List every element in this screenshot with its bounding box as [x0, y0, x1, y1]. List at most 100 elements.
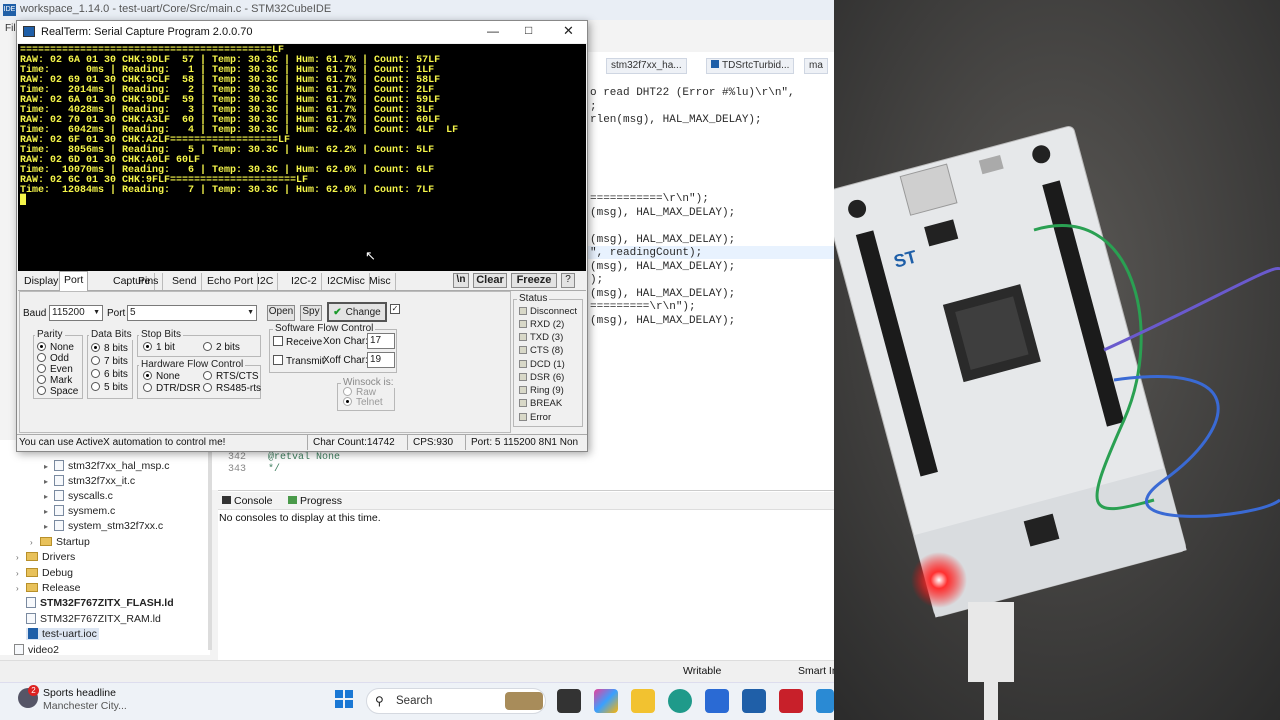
parity-none[interactable]: None [37, 342, 74, 353]
dell-icon[interactable] [742, 689, 766, 713]
hwflow-rtscts[interactable]: RTS/CTS [203, 371, 259, 382]
taskbar-search[interactable]: ⚲ Search [366, 688, 546, 714]
news-badge: 2 [28, 685, 39, 696]
tab-port[interactable]: Port [59, 271, 89, 291]
parity-odd[interactable]: Odd [37, 353, 69, 364]
databits-8[interactable]: 8 bits [91, 343, 128, 354]
tab-misc[interactable]: Misc [365, 273, 396, 290]
tree-item[interactable]: › Debug [16, 567, 73, 579]
tab-send[interactable]: Send [168, 273, 202, 290]
tree-item[interactable]: › Release [16, 582, 81, 594]
tree-item[interactable]: ▸ sysmem.c [44, 505, 115, 517]
copilot-icon[interactable] [594, 689, 618, 713]
panel-splitter[interactable] [208, 440, 212, 650]
news-title[interactable]: Sports headline [43, 687, 116, 699]
tree-item[interactable]: STM32F767ZITX_FLASH.ld [26, 597, 174, 609]
terminal-output[interactable]: ========================================… [18, 44, 586, 271]
windows-start-icon[interactable] [334, 689, 354, 709]
status-disconnect: Disconnect [519, 306, 577, 317]
code-line: (msg), HAL_MAX_DELAY); [590, 315, 736, 327]
tree-item-selected[interactable]: test-uart.ioc [26, 628, 99, 640]
tree-item[interactable]: ▸ stm32f7xx_hal_msp.c [44, 460, 170, 472]
hwflow-rs485[interactable]: RS485-rts [203, 383, 261, 394]
status-label: Error [530, 412, 552, 423]
tree-item[interactable]: › Drivers [16, 551, 75, 563]
xoff-input[interactable]: 19 [367, 352, 395, 368]
change-button[interactable]: ✔ Change [327, 302, 387, 322]
status-ring: Ring (9) [519, 385, 564, 396]
tab-echo-port[interactable]: Echo Port [203, 273, 259, 290]
mcafee-icon[interactable] [779, 689, 803, 713]
tab-i2c-2[interactable]: I2C-2 [287, 273, 322, 290]
databits-7[interactable]: 7 bits [91, 356, 128, 367]
tree-item[interactable]: ▸ syscalls.c [44, 490, 113, 502]
port-select[interactable]: 5 ▼ [127, 305, 257, 321]
c-file-icon [54, 520, 64, 531]
project-icon [14, 644, 24, 655]
maximize-icon[interactable]: □ [525, 23, 532, 37]
parity-even[interactable]: Even [37, 364, 73, 375]
swflow-title: Software Flow Control [273, 323, 376, 334]
baud-select[interactable]: 115200 ▼ [49, 305, 103, 321]
tab-display[interactable]: Display [20, 273, 64, 290]
tree-item[interactable]: ▸ system_stm32f7xx.c [44, 520, 163, 532]
tab-progress[interactable]: Progress [288, 495, 342, 507]
hwflow-dtrdsr[interactable]: DTR/DSR [143, 383, 200, 394]
c-file-icon [54, 460, 64, 471]
code-line: =========\r\n"); [590, 301, 696, 313]
databits-6[interactable]: 6 bits [91, 369, 128, 380]
parity-space[interactable]: Space [37, 386, 78, 397]
stopbits-1[interactable]: 1 bit [143, 342, 175, 353]
minimize-icon[interactable]: — [487, 24, 499, 38]
databits-5[interactable]: 5 bits [91, 382, 128, 393]
tree-item[interactable]: video2 [14, 644, 59, 656]
open-button[interactable]: Open [267, 305, 295, 321]
editor-tab-label: ma [809, 60, 823, 71]
editor-tab-hal[interactable]: stm32f7xx_ha... [606, 58, 687, 74]
checkbox-label: Receive [286, 337, 323, 348]
close-icon[interactable]: ✕ [563, 23, 574, 39]
swflow-transmit[interactable]: Transmit [273, 355, 325, 367]
freeze-button[interactable]: Freeze [511, 273, 557, 288]
tree-item[interactable]: ▸ stm32f7xx_it.c [44, 475, 135, 487]
edge-icon[interactable] [668, 689, 692, 713]
tree-item[interactable]: STM32F767ZITX_RAM.ld [26, 613, 161, 625]
xon-input[interactable]: 17 [367, 333, 395, 349]
status-writable: Writable [683, 665, 722, 677]
realterm-app-icon [23, 26, 35, 37]
outlook-icon[interactable] [816, 689, 834, 713]
status-led-icon [519, 333, 527, 341]
radio-icon [343, 387, 352, 396]
swflow-receive[interactable]: Receive [273, 336, 322, 348]
realterm-title-bar[interactable]: RealTerm: Serial Capture Program 2.0.0.7… [17, 21, 587, 43]
radio-label: RTS/CTS [216, 371, 259, 382]
clear-button[interactable]: Clear [473, 273, 507, 288]
editor-tab-main[interactable]: ma [804, 58, 828, 74]
store-icon[interactable] [705, 689, 729, 713]
xon-label: Xon Char: [323, 336, 369, 347]
task-view-icon[interactable] [557, 689, 581, 713]
spy-button[interactable]: Spy [300, 305, 322, 321]
status-cts: CTS (8) [519, 345, 563, 356]
tab-i2c[interactable]: I2C [253, 273, 279, 290]
file-explorer-icon[interactable] [631, 689, 655, 713]
status-dsr: DSR (6) [519, 372, 564, 383]
hwflow-none[interactable]: None [143, 371, 180, 382]
change-checkbox[interactable]: ✓ [390, 304, 400, 314]
help-button[interactable]: ? [561, 273, 575, 288]
code-line: ===========\r\n"); [590, 193, 709, 205]
parity-mark[interactable]: Mark [37, 375, 72, 386]
checkbox-label: Transmit [286, 356, 325, 367]
editor-tab-tds[interactable]: TDSrtcTurbid... [706, 58, 795, 74]
realterm-window: RealTerm: Serial Capture Program 2.0.0.7… [16, 20, 588, 452]
stopbits-2[interactable]: 2 bits [203, 342, 240, 353]
tab-pins[interactable]: Pins [134, 273, 164, 290]
status-led-icon [519, 386, 527, 394]
status-led-icon [519, 320, 527, 328]
tree-item[interactable]: › Startup [30, 536, 90, 548]
tab-i2cmisc[interactable]: I2CMisc [323, 273, 370, 290]
status-led-icon [519, 399, 527, 407]
newline-button[interactable]: \n [453, 273, 469, 288]
radio-icon [343, 397, 352, 406]
tab-console[interactable]: Console [222, 495, 273, 507]
